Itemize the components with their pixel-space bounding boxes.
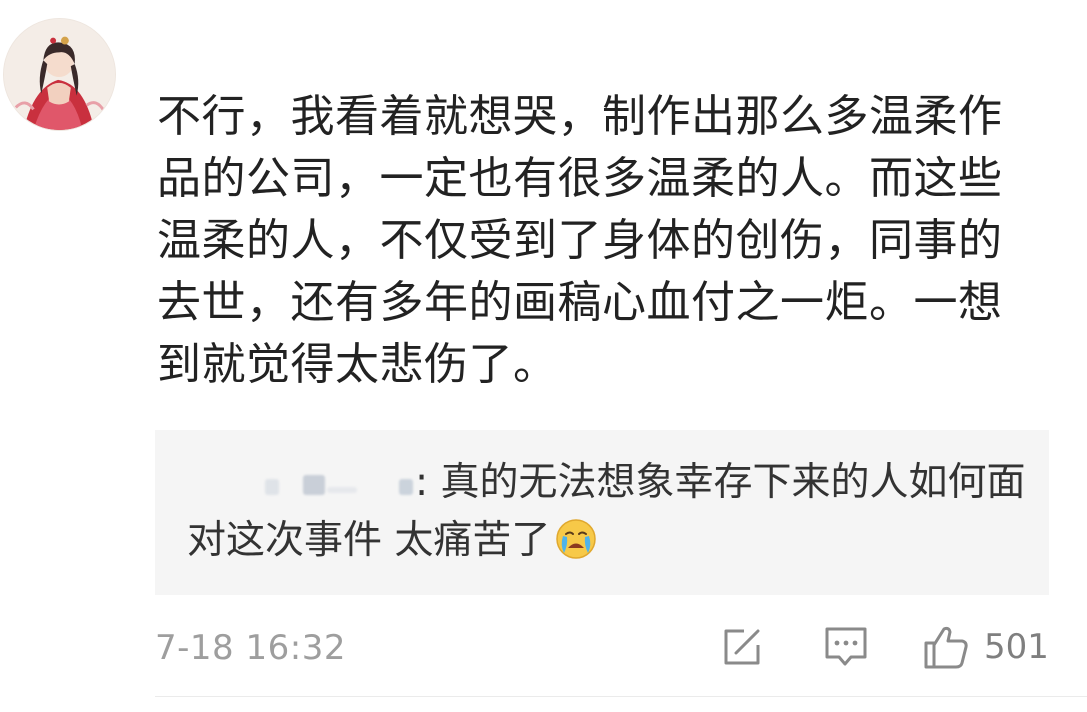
comment-footer: 7-18 16:32 501 <box>155 620 1049 674</box>
comment-card: 不行，我看着就想哭，制作出那么多温柔作品的公司，一定也有很多温柔的人。而这些温柔… <box>0 0 1087 712</box>
comment-body-text: 不行，我看着就想哭，制作出那么多温柔作品的公司，一定也有很多温柔的人。而这些温柔… <box>157 91 1003 390</box>
comment-button[interactable] <box>823 620 871 674</box>
reply-content: : 真的无法想象幸存下来的人如何面对这次事件 太痛苦了 <box>187 454 1027 570</box>
like-count: 501 <box>984 627 1049 667</box>
thumbs-up-icon <box>924 626 968 669</box>
share-button[interactable] <box>720 620 768 674</box>
comment-timestamp: 7-18 16:32 <box>155 628 346 668</box>
avatar[interactable] <box>3 18 116 131</box>
divider <box>155 696 1087 697</box>
crying-face-emoji-icon <box>554 517 598 561</box>
like-button[interactable]: 501 <box>922 620 1049 674</box>
share-icon <box>724 629 760 665</box>
comment-icon <box>825 627 867 666</box>
reply-separator: : <box>415 460 429 505</box>
reply-username-blurred[interactable] <box>187 457 415 501</box>
avatar-illustration-icon <box>4 19 115 130</box>
reply-preview[interactable]: : 真的无法想象幸存下来的人如何面对这次事件 太痛苦了 <box>155 430 1049 595</box>
